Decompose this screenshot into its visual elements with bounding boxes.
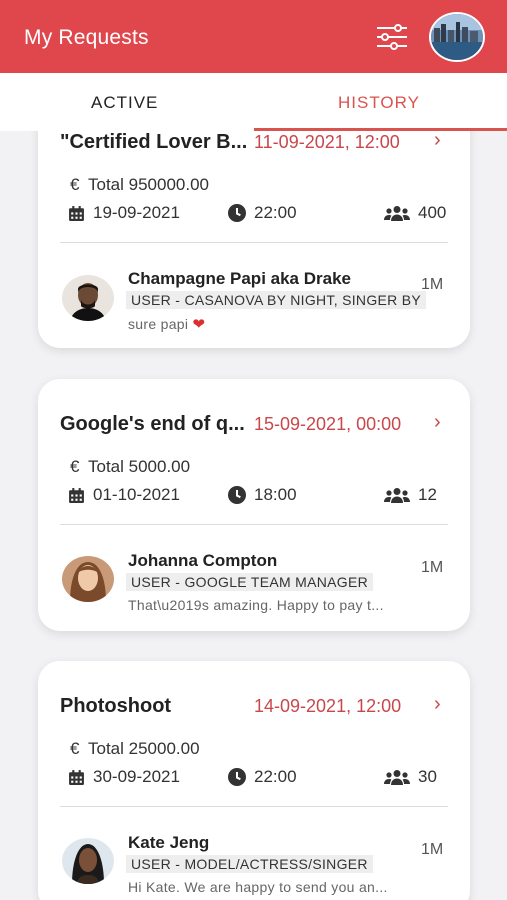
total-value: Total 950000.00	[88, 175, 209, 194]
request-card[interactable]: Photoshoot 14-09-2021, 12:00 › € Total 25…	[38, 661, 470, 900]
event-time-value: 18:00	[254, 485, 297, 504]
requester-role-badge: USER - MODEL/ACTRESS/SINGER	[126, 855, 373, 873]
euro-icon: €	[70, 739, 80, 758]
request-title: "Certified Lover B...	[60, 131, 248, 153]
sliders-icon[interactable]	[374, 22, 410, 52]
calendar-icon	[69, 769, 84, 785]
event-time: 22:00	[228, 767, 297, 787]
request-total: € Total 25000.00	[70, 739, 200, 759]
event-date: 01-10-2021	[68, 485, 180, 505]
tab-history[interactable]: HISTORY	[338, 93, 420, 113]
divider	[60, 806, 448, 807]
euro-icon: €	[70, 175, 80, 194]
event-date: 19-09-2021	[68, 203, 180, 223]
guest-count: 12	[384, 485, 437, 505]
request-created-date: 15-09-2021, 00:00	[254, 414, 402, 434]
message-age: 1M	[421, 559, 444, 576]
heart-icon: ❤	[192, 316, 206, 333]
avatar[interactable]	[62, 556, 114, 602]
guest-count-value: 30	[418, 767, 437, 786]
last-message: Hi Kate. We are happy to send you an...	[128, 879, 388, 895]
divider	[60, 242, 448, 243]
euro-icon: €	[70, 457, 80, 476]
chevron-right-icon[interactable]: ›	[434, 693, 441, 716]
profile-avatar[interactable]	[429, 12, 485, 62]
request-card[interactable]: Google's end of q... 15-09-2021, 00:00 ›…	[38, 379, 470, 631]
requester-role-badge: USER - GOOGLE TEAM MANAGER	[126, 573, 374, 591]
message-age: 1M	[421, 276, 444, 293]
clock-icon	[228, 486, 246, 504]
request-card[interactable]: "Certified Lover B... 11-09-2021, 12:00 …	[38, 95, 470, 348]
divider	[60, 524, 448, 525]
chevron-right-icon[interactable]: ›	[434, 411, 441, 434]
total-value: Total 5000.00	[88, 457, 191, 476]
last-message: sure papi ❤	[128, 315, 205, 333]
requester-name: Champagne Papi aka Drake	[128, 269, 351, 288]
users-icon	[384, 488, 410, 503]
users-icon	[384, 770, 410, 785]
app-bar: My Requests	[0, 0, 507, 73]
last-message-text: sure papi	[128, 316, 189, 332]
request-title: Photoshoot	[60, 695, 172, 717]
calendar-icon	[69, 205, 84, 221]
requester-role-badge: USER - CASANOVA BY NIGHT, SINGER BY	[126, 291, 427, 309]
avatar[interactable]	[62, 838, 114, 884]
page-title: My Requests	[24, 26, 149, 49]
event-date-value: 30-09-2021	[93, 767, 180, 786]
tab-bar: ACTIVE HISTORY	[0, 73, 507, 131]
chevron-right-icon[interactable]: ›	[434, 129, 441, 152]
request-created-date: 14-09-2021, 12:00	[254, 696, 402, 716]
requester-name: Johanna Compton	[128, 551, 278, 570]
last-message: That\u2019s amazing. Happy to pay t...	[128, 597, 384, 613]
requester-name: Kate Jeng	[128, 833, 210, 852]
clock-icon	[228, 204, 246, 222]
request-total: € Total 950000.00	[70, 175, 209, 195]
request-title: Google's end of q...	[60, 413, 245, 435]
request-created-date: 11-09-2021, 12:00	[254, 132, 400, 152]
guest-count: 400	[384, 203, 446, 223]
guest-count-value: 400	[418, 203, 447, 222]
guest-count-value: 12	[418, 485, 437, 504]
event-date-value: 01-10-2021	[93, 485, 180, 504]
calendar-icon	[69, 487, 84, 503]
avatar[interactable]	[62, 275, 114, 321]
users-icon	[384, 206, 410, 221]
message-age: 1M	[421, 841, 444, 858]
tab-indicator	[254, 128, 507, 131]
request-total: € Total 5000.00	[70, 457, 190, 477]
event-date: 30-09-2021	[68, 767, 180, 787]
event-time: 22:00	[228, 203, 297, 223]
event-time-value: 22:00	[254, 203, 297, 222]
guest-count: 30	[384, 767, 437, 787]
event-date-value: 19-09-2021	[93, 203, 180, 222]
event-time-value: 22:00	[254, 767, 297, 786]
event-time: 18:00	[228, 485, 297, 505]
tab-active[interactable]: ACTIVE	[91, 93, 158, 113]
total-value: Total 25000.00	[88, 739, 200, 758]
clock-icon	[228, 768, 246, 786]
